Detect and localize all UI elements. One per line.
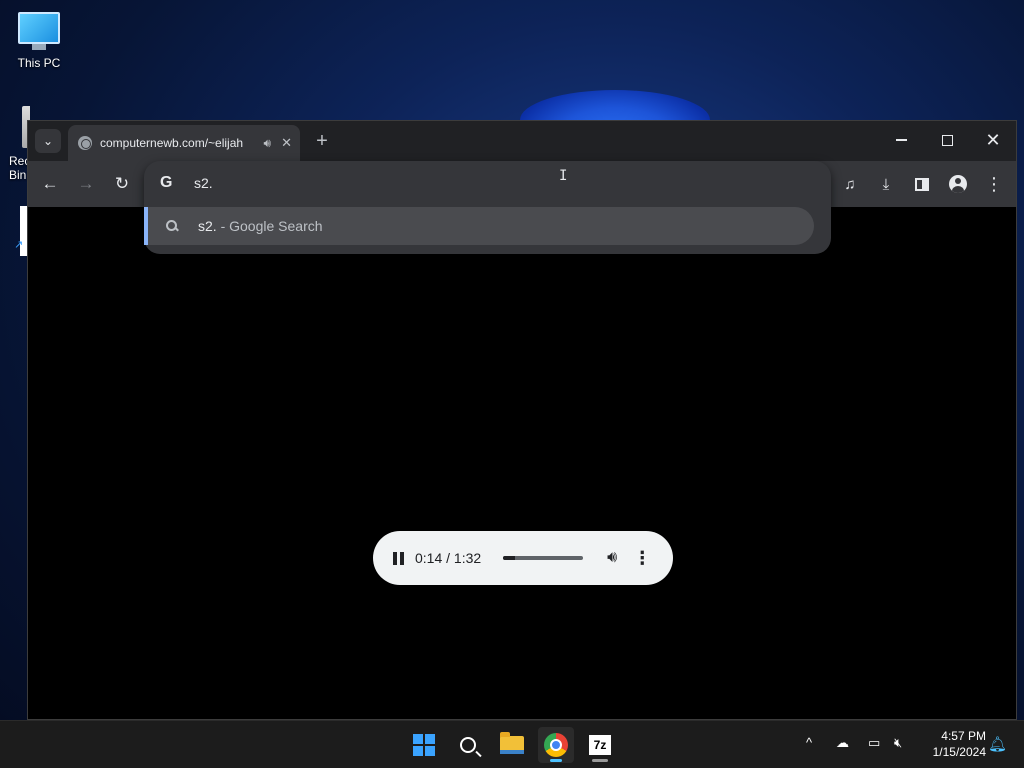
progress-slider[interactable] [503, 556, 584, 560]
forward-button[interactable]: → [74, 172, 98, 196]
title-bar: ⌄ computernewb.com/~elijah 🔊︎ ✕ + ✕ [28, 121, 1016, 161]
active-indicator [550, 759, 562, 762]
search-icon [166, 220, 178, 232]
close-icon: ✕ [985, 129, 1001, 150]
file-explorer-icon [500, 732, 524, 754]
system-clock[interactable]: 4:57 PM 1/15/2024 [920, 728, 986, 760]
menu-icon: ⋮ [985, 173, 1003, 194]
minimize-button[interactable] [878, 121, 924, 159]
recycle-bin-label: Recycle Bin [9, 154, 30, 182]
omnibox-popup: G s2. - Google Search [144, 161, 831, 254]
reload-button[interactable]: ↻ [110, 172, 134, 196]
omnibox-row: G [160, 171, 694, 195]
time-display: 0:14 / 1:32 [415, 550, 481, 566]
chrome-taskbar-button[interactable] [538, 727, 574, 763]
file-explorer-button[interactable] [494, 727, 530, 763]
progress-fill [503, 556, 516, 560]
more-options-icon[interactable]: ⋮ [633, 548, 651, 569]
chevron-down-icon: ⌄ [42, 134, 54, 148]
plus-icon: + [316, 129, 328, 152]
media-control-icon: ♫ [844, 175, 856, 193]
start-icon [413, 734, 435, 756]
address-bar-input[interactable] [194, 175, 694, 191]
7zip-icon: 7z [589, 735, 611, 755]
current-time: 0:14 [415, 550, 443, 566]
maximize-button[interactable] [924, 121, 970, 159]
suggestion-query: s2. [198, 218, 217, 234]
side-panel-icon [915, 177, 929, 191]
window-close-button[interactable]: ✕ [970, 121, 1016, 159]
text-cursor-icon: I [559, 168, 568, 184]
volume-muted-icon[interactable]: 🔇︎ [894, 735, 902, 751]
this-pc-desktop-icon[interactable]: This PC [4, 8, 74, 70]
download-icon: ⤓ [882, 175, 890, 193]
shortcut-arrow-icon: ↗ [14, 239, 24, 251]
recycle-bin-desktop-icon[interactable]: Recycle Bin [0, 106, 30, 182]
chevron-up-icon[interactable]: ^ [806, 735, 812, 750]
pause-icon[interactable] [393, 551, 405, 565]
reload-icon: ↻ [114, 174, 130, 193]
computer-icon [18, 12, 60, 44]
browser-tab[interactable]: computernewb.com/~elijah 🔊︎ ✕ [68, 125, 300, 161]
side-panel-button[interactable] [910, 172, 934, 196]
back-button[interactable]: ← [38, 172, 62, 196]
this-pc-label: This PC [17, 56, 61, 70]
media-control-button[interactable]: ♫ [838, 172, 862, 196]
suggestion-suffix: - Google Search [216, 218, 323, 234]
profile-button[interactable] [946, 172, 970, 196]
search-suggestion[interactable]: s2. - Google Search [144, 207, 814, 245]
running-indicator [592, 759, 608, 762]
audio-player: 0:14 / 1:32 🔊︎ ⋮ [373, 531, 673, 585]
duration: 1:32 [453, 550, 482, 566]
globe-icon [78, 136, 92, 150]
download-button[interactable]: ⤓ [874, 172, 898, 196]
maximize-icon [941, 134, 953, 146]
onedrive-icon[interactable]: ☁ [836, 735, 849, 751]
taskbar-search-button[interactable] [450, 727, 486, 763]
taskbar: 7z ^ ☁ ▭ 🔇︎ 4:57 PM 1/15/2024 🔔︎ [0, 720, 1024, 768]
7zip-taskbar-button[interactable]: 7z [582, 727, 618, 763]
volume-icon[interactable]: 🔊︎ [607, 549, 617, 567]
tab-search-button[interactable]: ⌄ [35, 129, 61, 153]
tab-title: computernewb.com/~elijah [100, 136, 244, 150]
new-tab-button[interactable]: + [310, 129, 334, 153]
close-icon[interactable]: ✕ [281, 135, 292, 151]
notification-bell-icon[interactable]: 🔔︎ [988, 735, 1007, 753]
google-icon: G [160, 174, 173, 191]
search-icon [460, 737, 476, 753]
arrow-left-icon: ← [41, 174, 59, 193]
network-icon[interactable]: ▭ [868, 735, 880, 751]
suggestion-text: s2. - Google Search [198, 218, 323, 234]
chrome-menu-button[interactable]: ⋮ [982, 172, 1006, 196]
arrow-right-icon: → [77, 174, 95, 193]
start-button[interactable] [406, 727, 442, 763]
profile-icon [949, 175, 967, 193]
chrome-icon [544, 733, 568, 757]
selection-accent [144, 207, 148, 245]
chrome-window: ⌄ computernewb.com/~elijah 🔊︎ ✕ + ✕ ← → … [27, 120, 1017, 720]
speaker-icon[interactable]: 🔊︎ [264, 136, 272, 151]
clock-time: 4:57 PM [941, 729, 986, 743]
clock-date: 1/15/2024 [932, 745, 986, 759]
minimize-icon [895, 139, 907, 141]
time-separator: / [442, 550, 454, 566]
